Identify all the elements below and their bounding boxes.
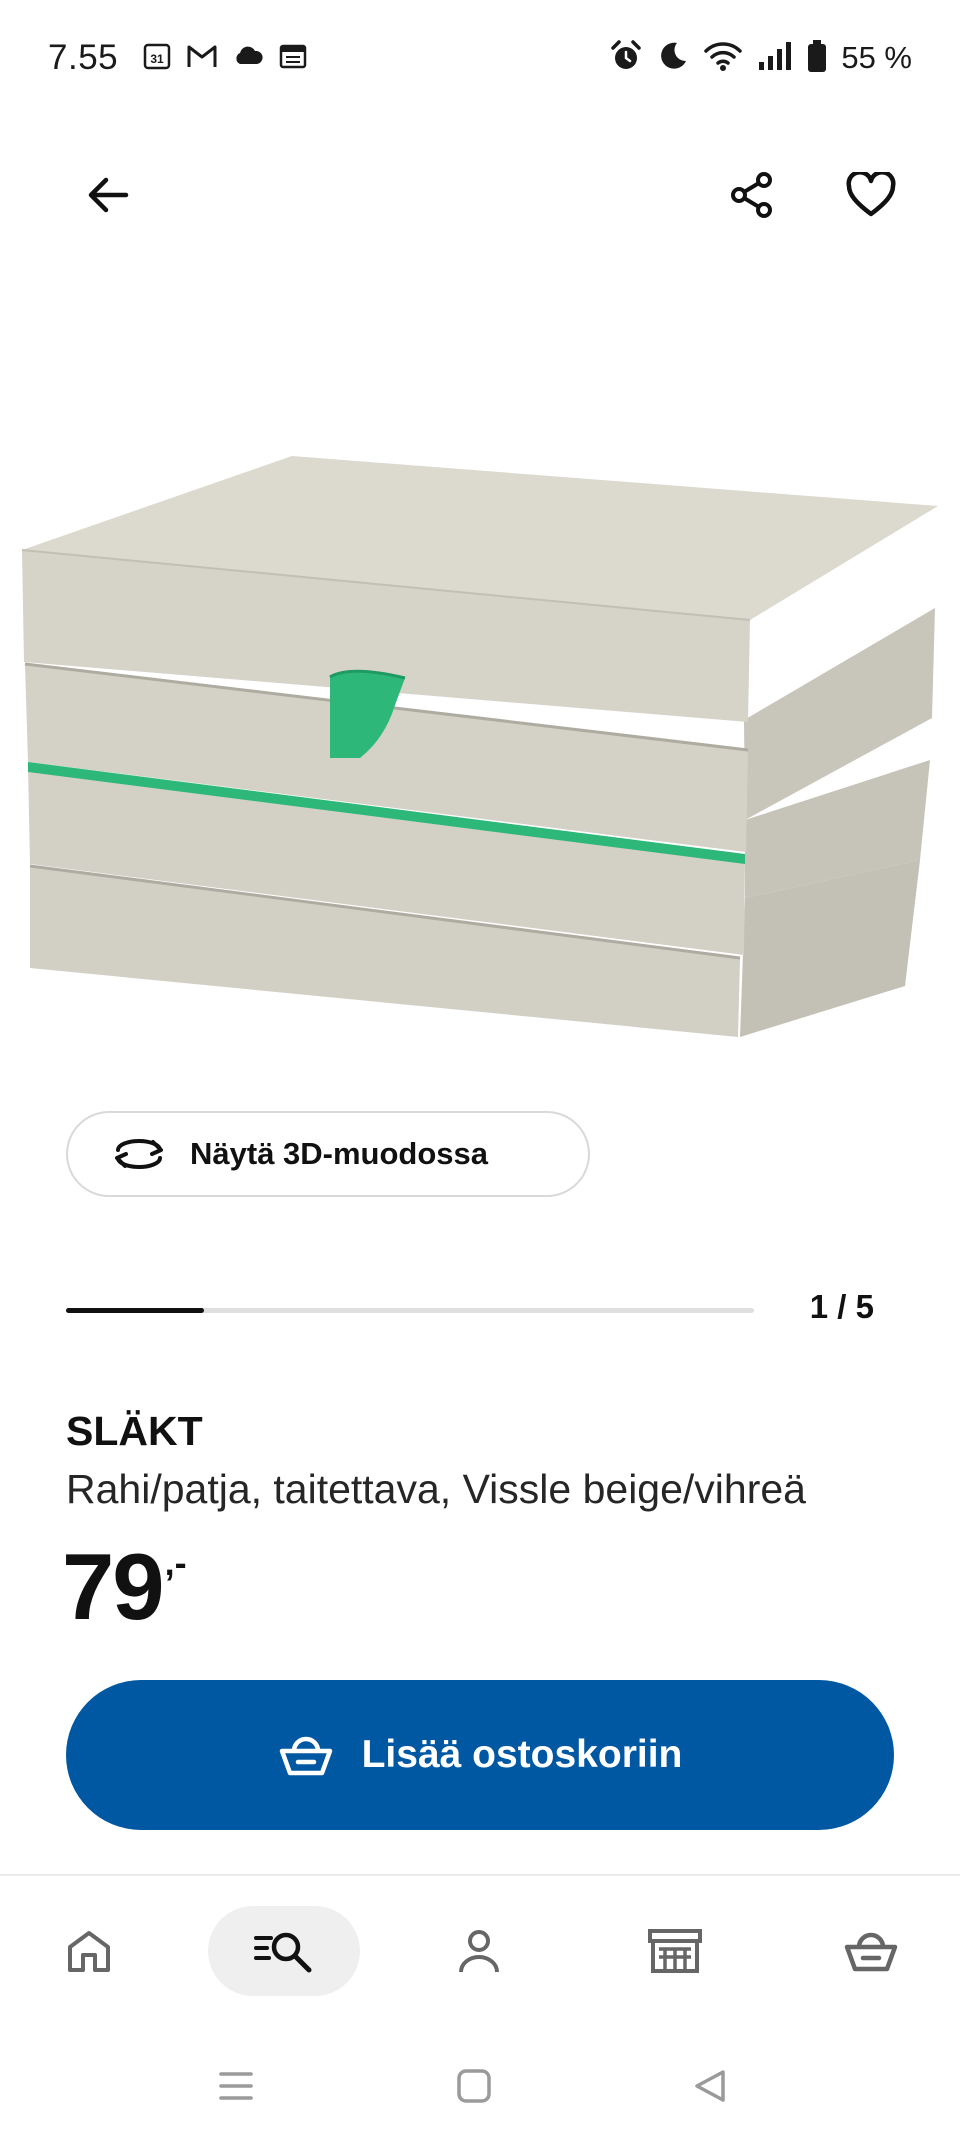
- calendar-icon: 31: [142, 41, 172, 76]
- add-to-cart-label: Lisää ostoskoriin: [361, 1733, 683, 1776]
- image-carousel-progress-fill: [66, 1308, 204, 1313]
- nav-search[interactable]: [208, 1906, 360, 1996]
- square-icon: [457, 2069, 491, 2103]
- price-suffix: ,-: [164, 1542, 187, 1583]
- status-bar: 7.55 31 55 %: [0, 0, 960, 116]
- triangle-back-icon: [695, 2070, 725, 2102]
- view-3d-label: Näytä 3D-muodossa: [190, 1136, 489, 1171]
- arrow-left-icon: [88, 177, 129, 213]
- battery-level: 55 %: [841, 40, 912, 75]
- product-description: Rahi/patja, taitettava, Vissle beige/vih…: [66, 1466, 806, 1512]
- bottom-navigation: [0, 1906, 960, 1996]
- home-icon: [68, 1931, 110, 1972]
- top-navigation: [0, 150, 960, 240]
- system-home-button[interactable]: [434, 2046, 514, 2126]
- nav-profile[interactable]: [434, 1906, 524, 1996]
- system-navigation-bar: [0, 2046, 960, 2126]
- status-time: 7.55: [48, 38, 119, 77]
- rotate-icon: [115, 1139, 163, 1169]
- basket-icon: [844, 1932, 898, 1972]
- view-3d-button[interactable]: Näytä 3D-muodossa: [66, 1111, 590, 1197]
- nav-home[interactable]: [44, 1906, 134, 1996]
- product-image[interactable]: [0, 420, 960, 1080]
- favourite-button[interactable]: [836, 160, 906, 230]
- basket-icon: [279, 1736, 332, 1776]
- signal-icon: [757, 40, 793, 77]
- image-counter: 1 / 5: [809, 1288, 874, 1325]
- product-name: SLÄKT: [66, 1408, 203, 1454]
- gmail-icon: [186, 42, 218, 75]
- system-icons: 55 %: [609, 39, 912, 78]
- heart-icon: [846, 172, 896, 217]
- image-carousel-progress: [66, 1308, 754, 1313]
- add-to-cart-button[interactable]: Lisää ostoskoriin: [66, 1680, 894, 1830]
- price-value: 79: [62, 1534, 165, 1639]
- menu-lines-icon: [219, 2072, 253, 2100]
- wifi-icon: [703, 40, 743, 77]
- cloud-icon: [232, 44, 264, 73]
- battery-icon: [807, 39, 827, 78]
- system-back-button[interactable]: [670, 2046, 750, 2126]
- store-icon: [648, 1929, 702, 1973]
- bottom-nav-divider: [0, 1874, 960, 1876]
- back-button[interactable]: [74, 160, 144, 230]
- person-icon: [459, 1930, 499, 1973]
- product-page: 7.55 31 55 % Näytä 3D-muodossa 1 / 5 SLÄ…: [0, 0, 960, 2146]
- alarm-icon: [609, 39, 643, 78]
- notification-icons: 31: [142, 41, 308, 76]
- search-icon: [254, 1932, 312, 1973]
- news-icon: [278, 42, 308, 75]
- system-recents-button[interactable]: [196, 2046, 276, 2126]
- do-not-disturb-moon-icon: [657, 40, 689, 77]
- calendar-day: 31: [150, 52, 164, 66]
- nav-stores[interactable]: [630, 1906, 720, 1996]
- share-button[interactable]: [717, 160, 787, 230]
- product-price: 79 ,-: [62, 1540, 187, 1634]
- share-icon: [731, 172, 772, 218]
- nav-cart[interactable]: [826, 1906, 916, 1996]
